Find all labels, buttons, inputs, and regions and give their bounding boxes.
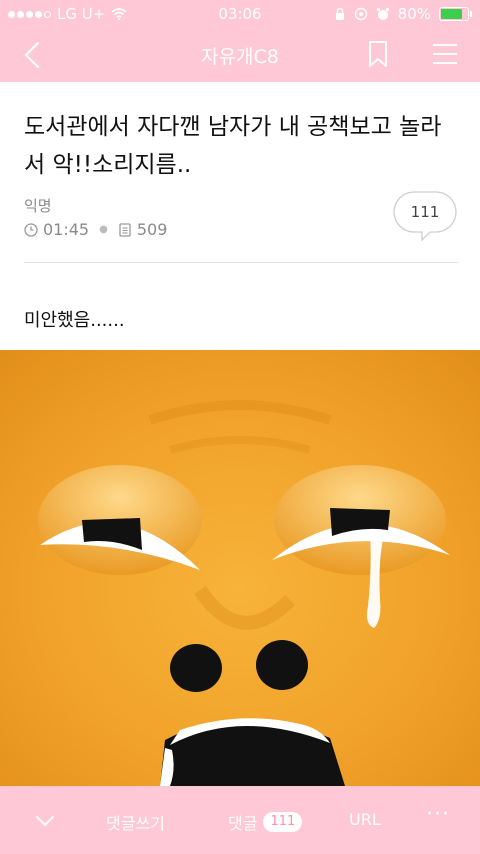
bottom-toolbar: 댓글쓰기 댓글 111 URL ··· <box>0 786 480 854</box>
bookmark-icon[interactable] <box>366 40 390 68</box>
author-name: 익명 <box>24 197 52 215</box>
post-body: 미안했음...... <box>24 310 125 331</box>
divider <box>24 262 458 263</box>
menu-icon[interactable] <box>432 42 458 66</box>
document-icon <box>119 222 131 237</box>
more-button[interactable]: ··· <box>426 802 450 827</box>
comments-button[interactable]: 댓글 111 <box>228 810 303 834</box>
post-meta: 01:45 ● 509 <box>24 220 167 239</box>
post-title: 도서관에서 자다깬 남자가 내 공책보고 놀라서 악!!소리지름.. <box>24 114 442 178</box>
view-count: 509 <box>136 220 168 239</box>
battery-percent: 80% <box>397 5 431 23</box>
battery-icon <box>439 7 472 21</box>
comments-count-badge: 111 <box>263 812 303 832</box>
url-button[interactable]: URL <box>349 810 381 829</box>
status-bar: LG U+ 03:06 80% <box>0 0 480 28</box>
board-title: 자유개C8 <box>201 46 279 68</box>
chevron-down-icon[interactable] <box>34 810 56 832</box>
comments-label: 댓글 <box>228 814 258 833</box>
lock-rotation-icon <box>335 7 344 20</box>
write-comment-button[interactable]: 댓글쓰기 <box>106 810 165 834</box>
meta-separator: ● <box>99 224 108 235</box>
post-image <box>0 350 480 786</box>
post-time: 01:45 <box>43 220 90 239</box>
clock-icon <box>24 222 38 237</box>
comment-count[interactable]: 111 <box>392 203 458 221</box>
nav-bar: 자유개C8 <box>0 28 480 82</box>
crying-face-illustration <box>0 350 480 786</box>
alarm-icon <box>376 7 389 20</box>
location-icon <box>354 7 367 21</box>
